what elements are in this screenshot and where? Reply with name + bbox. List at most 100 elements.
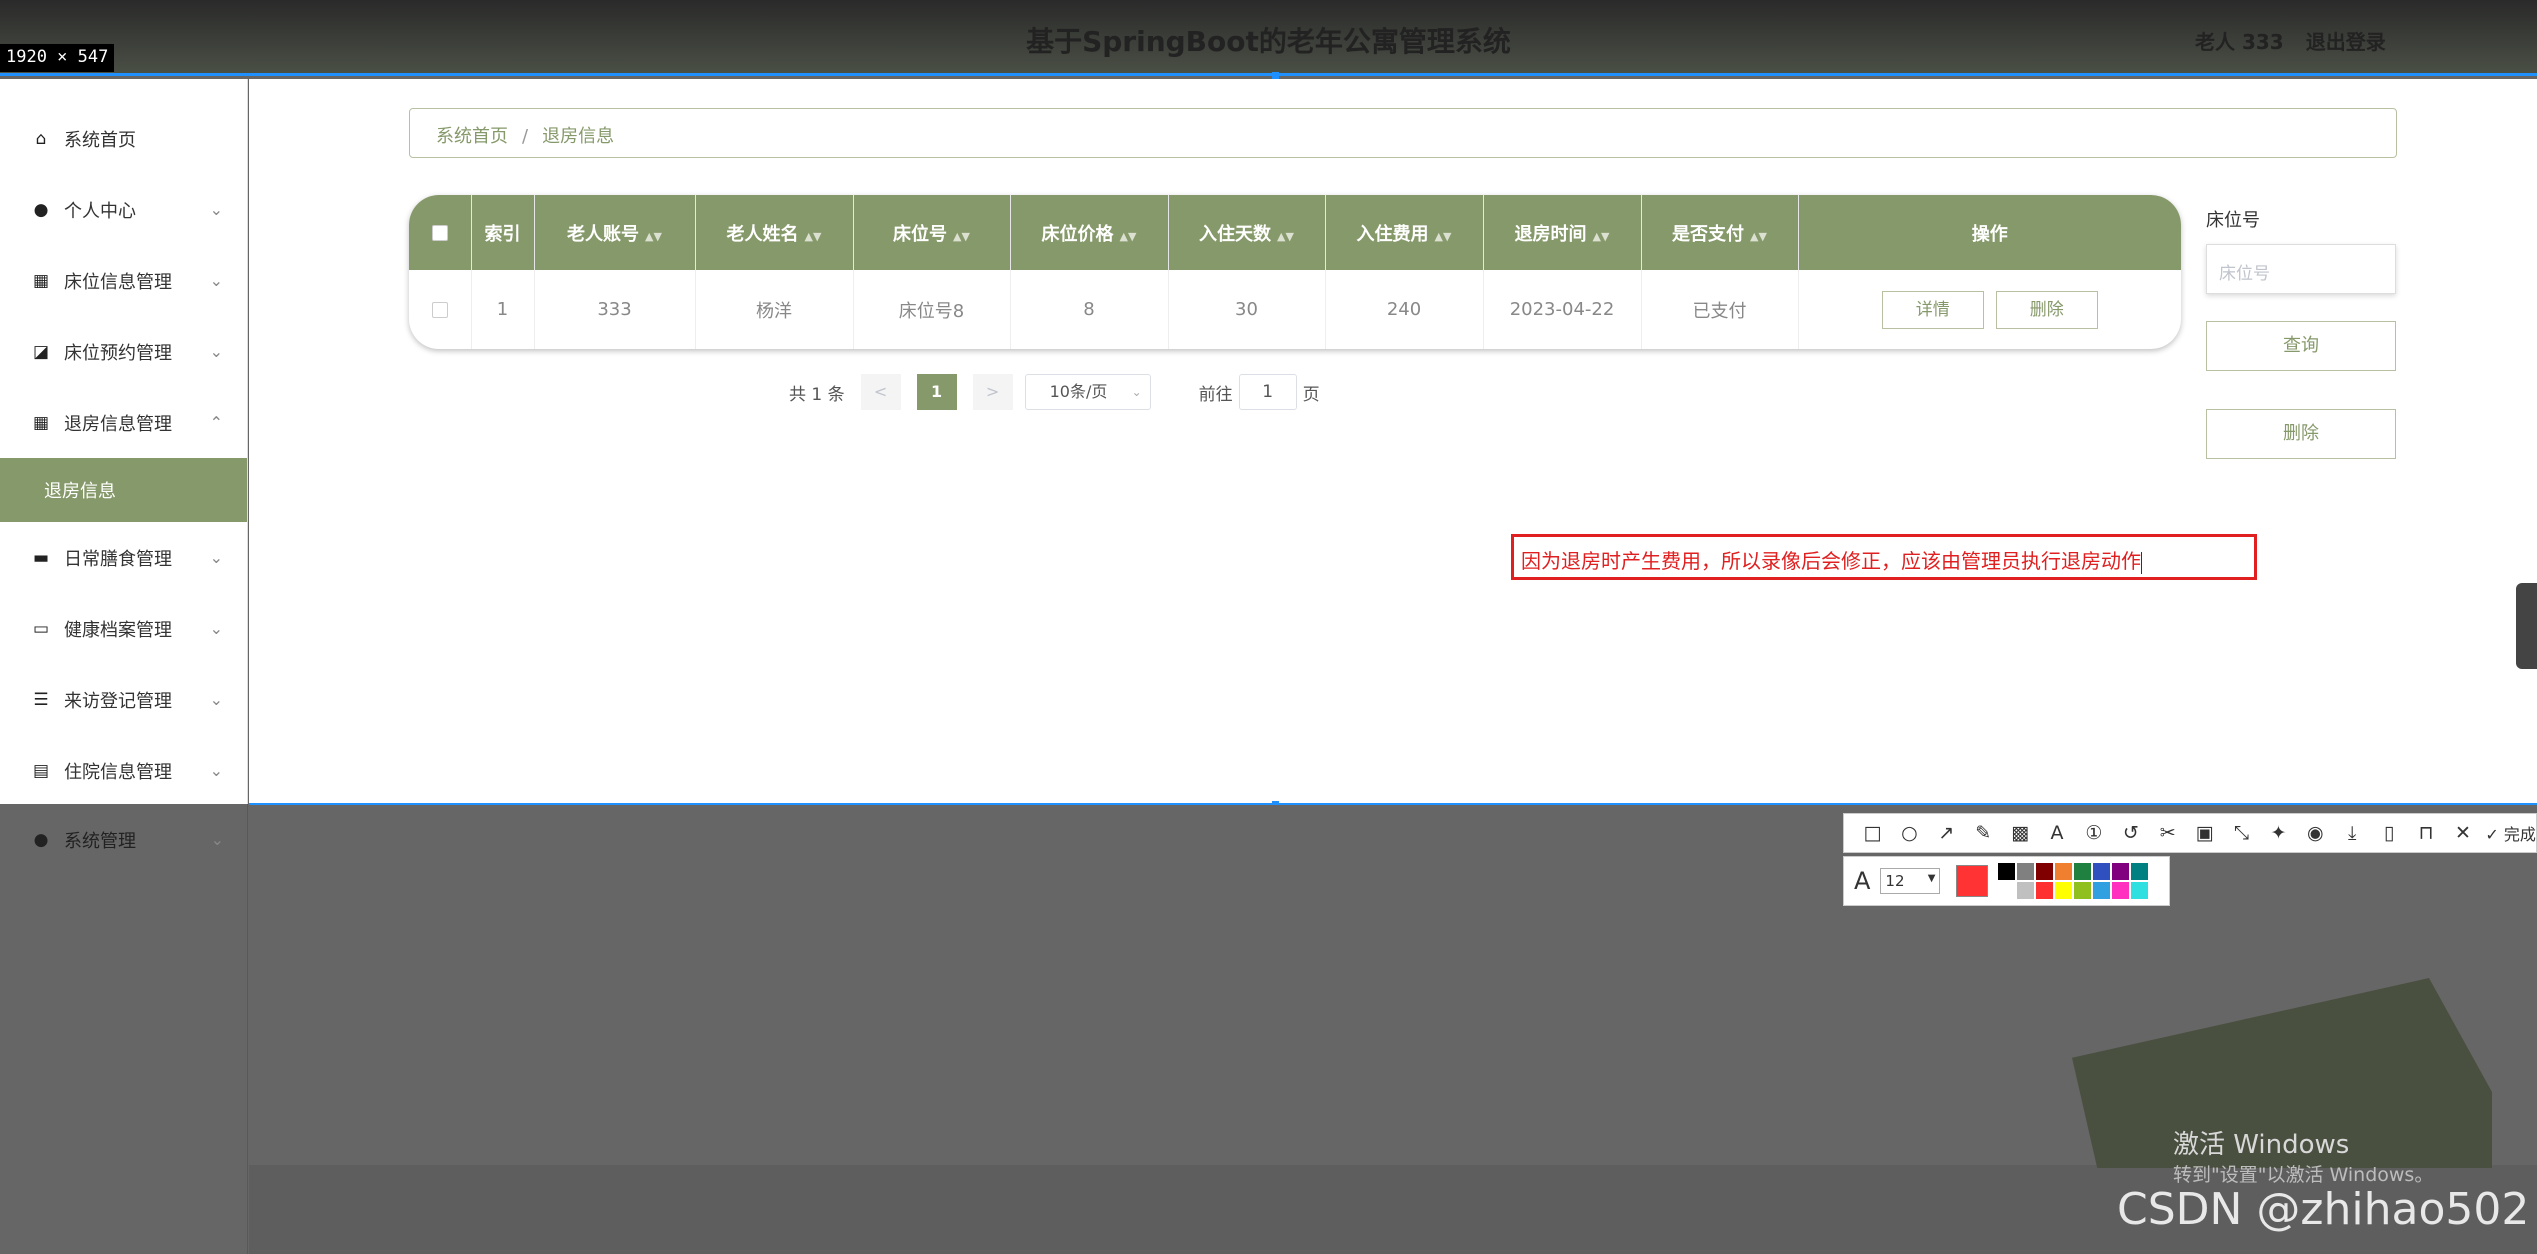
- arrow-tool-icon[interactable]: ↗: [1928, 822, 1965, 844]
- capture-toolbar: □ ○ ↗ ✎ ▩ A ① ↺ ✂ ▣ ⤡ ✦ ◉ ⤓ ▯ ⊓ ✕ ✓ 完成: [1843, 813, 2537, 853]
- mosaic-tool-icon[interactable]: ▩: [2002, 822, 2039, 844]
- undo-icon[interactable]: ↺: [2112, 822, 2149, 844]
- breadcrumb-separator: /: [522, 126, 529, 147]
- text-tool-icon[interactable]: A: [2039, 822, 2076, 844]
- page-size-select[interactable]: 10条/页 ⌄: [1024, 374, 1151, 410]
- rectangle-tool-icon[interactable]: □: [1854, 822, 1891, 844]
- row-checkbox[interactable]: [409, 270, 472, 349]
- select-all-checkbox[interactable]: [409, 195, 472, 270]
- annotation-textbox[interactable]: 因为退房时产生费用，所以录像后会修正，应该由管理员执行退房动作: [1511, 534, 2257, 580]
- logout-link[interactable]: 退出登录: [2306, 30, 2386, 54]
- sidebar-item-profile[interactable]: ● 个人中心 ⌄: [0, 174, 247, 245]
- bookmark-icon[interactable]: ⊓: [2408, 822, 2445, 844]
- table-row: 1 333 杨洋 床位号8 8 30 240 2023-04-22 已支付 详情…: [409, 270, 2181, 349]
- download-icon[interactable]: ⤓: [2334, 822, 2371, 844]
- batch-delete-button[interactable]: 删除: [2206, 409, 2396, 459]
- color-swatch[interactable]: [2112, 882, 2130, 899]
- record-icon[interactable]: ◉: [2297, 822, 2334, 844]
- color-swatch[interactable]: [2093, 863, 2111, 880]
- sidebar-item-meals[interactable]: ▬ 日常膳食管理 ⌄: [0, 522, 247, 593]
- detail-button[interactable]: 详情: [1881, 290, 1984, 329]
- next-page-button[interactable]: >: [972, 374, 1013, 410]
- sidebar-item-bed-info[interactable]: ▦ 床位信息管理 ⌄: [0, 245, 247, 316]
- phone-icon[interactable]: ▯: [2371, 822, 2408, 844]
- capture-handle[interactable]: [1272, 72, 1279, 79]
- bed-no-search-input[interactable]: 床位号: [2206, 244, 2396, 294]
- scroll-capture-icon[interactable]: ⤡: [2223, 822, 2260, 844]
- checkout-table: 索引 老人账号 ▲▼ 老人姓名 ▲▼ 床位号 ▲▼ 床位价格 ▲▼ 入住天数 ▲▼ 入住费…: [409, 195, 2181, 349]
- goto-suffix: 页: [1302, 384, 1320, 405]
- chevron-down-icon: ⌄: [209, 619, 223, 638]
- cut-icon[interactable]: ✂: [2149, 822, 2186, 844]
- ocr-icon[interactable]: ▣: [2186, 822, 2223, 844]
- number-tool-icon[interactable]: ①: [2075, 822, 2112, 844]
- chevron-down-icon: ⌄: [209, 761, 223, 780]
- color-palette: [1998, 863, 2149, 899]
- sidebar-item-home[interactable]: ⌂ 系统首页: [0, 103, 247, 174]
- col-account[interactable]: 老人账号 ▲▼: [534, 195, 696, 270]
- chevron-down-icon: ⌄: [210, 830, 224, 849]
- col-actions: 操作: [1798, 195, 2181, 270]
- color-swatch[interactable]: [2093, 882, 2111, 899]
- sidebar-item-label: 健康档案管理: [64, 619, 172, 641]
- color-swatch[interactable]: [2036, 882, 2054, 899]
- sidebar-item-system[interactable]: ● 系统管理 ⌄: [0, 804, 248, 875]
- col-bed-no[interactable]: 床位号 ▲▼: [853, 195, 1011, 270]
- color-swatch[interactable]: [2074, 863, 2092, 880]
- sidebar-item-visitors[interactable]: ☰ 来访登记管理 ⌄: [0, 664, 247, 735]
- color-swatch[interactable]: [2131, 863, 2149, 880]
- app-title: 基于SpringBoot的老年公寓管理系统: [1026, 25, 1511, 58]
- goto-page-input[interactable]: 1: [1238, 374, 1297, 410]
- cell-index: 1: [471, 270, 535, 349]
- col-bed-price[interactable]: 床位价格 ▲▼: [1010, 195, 1169, 270]
- sidebar-item-hospital[interactable]: ▤ 住院信息管理 ⌄: [0, 735, 247, 806]
- color-swatch[interactable]: [2036, 863, 2054, 880]
- goto-label: 前往: [1198, 384, 1233, 405]
- current-color-swatch[interactable]: [1956, 865, 1989, 897]
- color-swatch[interactable]: [2112, 863, 2130, 880]
- color-swatch[interactable]: [1998, 863, 2016, 880]
- user-area: 老人 333 退出登录: [2195, 26, 2408, 55]
- chart-icon: ◪: [32, 341, 50, 362]
- close-icon[interactable]: ✕: [2445, 822, 2482, 844]
- sidebar-item-bed-booking[interactable]: ◪ 床位预约管理 ⌄: [0, 316, 247, 387]
- col-paid[interactable]: 是否支付 ▲▼: [1641, 195, 1799, 270]
- side-drawer-handle[interactable]: [2516, 583, 2537, 669]
- ellipse-tool-icon[interactable]: ○: [1891, 822, 1928, 844]
- color-swatch[interactable]: [2055, 863, 2073, 880]
- page-number-1[interactable]: 1: [916, 374, 957, 410]
- sidebar-item-label: 系统管理: [64, 830, 136, 852]
- color-swatch[interactable]: [1998, 882, 2016, 899]
- pen-tool-icon[interactable]: ✎: [1965, 822, 2002, 844]
- font-size-select[interactable]: 12 ▼: [1880, 868, 1941, 894]
- done-button[interactable]: ✓ 完成: [2485, 821, 2536, 845]
- query-button[interactable]: 查询: [2206, 321, 2396, 371]
- cell-fee: 240: [1325, 270, 1484, 349]
- color-swatch[interactable]: [2017, 882, 2035, 899]
- sidebar-dimmed-area: ● 系统管理 ⌄: [0, 804, 248, 1254]
- sidebar-item-label: 来访登记管理: [64, 690, 172, 712]
- sort-icon: ▲▼: [1277, 229, 1294, 243]
- col-fee[interactable]: 入住费用 ▲▼: [1325, 195, 1484, 270]
- color-swatch[interactable]: [2131, 882, 2149, 899]
- col-name[interactable]: 老人姓名 ▲▼: [695, 195, 854, 270]
- color-swatch[interactable]: [2017, 863, 2035, 880]
- clipboard-icon: ▤: [32, 760, 50, 781]
- color-swatch[interactable]: [2055, 882, 2073, 899]
- cell-bed-no: 床位号8: [853, 270, 1011, 349]
- col-checkout-time[interactable]: 退房时间 ▲▼: [1483, 195, 1642, 270]
- pin-icon[interactable]: ✦: [2260, 822, 2297, 844]
- font-icon: A: [1854, 867, 1871, 895]
- prev-page-button[interactable]: <: [860, 374, 901, 410]
- row-delete-button[interactable]: 删除: [1995, 290, 2098, 329]
- sidebar-item-checkout[interactable]: ▦ 退房信息管理 ⌃: [0, 387, 247, 458]
- briefcase-icon: ▬: [32, 547, 50, 568]
- breadcrumb-home[interactable]: 系统首页: [436, 126, 508, 147]
- sidebar-item-health[interactable]: ▭ 健康档案管理 ⌄: [0, 593, 247, 664]
- cell-name: 杨洋: [695, 270, 854, 349]
- sidebar-item-checkout-info[interactable]: 退房信息: [0, 458, 247, 522]
- color-swatch[interactable]: [2074, 882, 2092, 899]
- top-header: 基于SpringBoot的老年公寓管理系统 老人 333 退出登录: [0, 0, 2537, 76]
- cell-paid: 已支付: [1641, 270, 1799, 349]
- col-days[interactable]: 入住天数 ▲▼: [1168, 195, 1326, 270]
